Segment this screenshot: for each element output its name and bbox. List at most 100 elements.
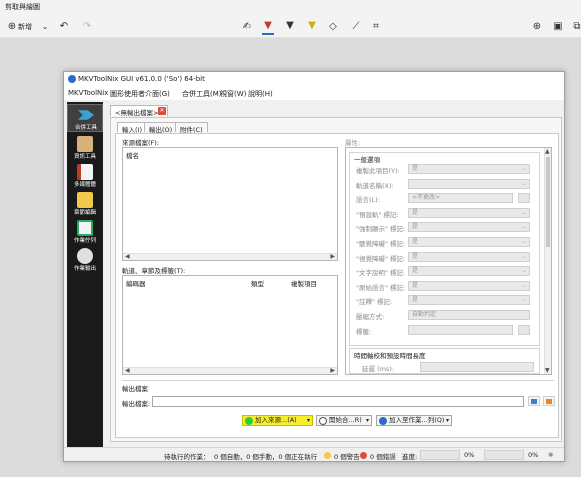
pencil-icon[interactable]: ▼ bbox=[283, 18, 297, 32]
sidebar-item-job-queue[interactable]: 作業佇列 bbox=[67, 218, 103, 246]
redo-icon[interactable]: ↷ bbox=[80, 19, 94, 33]
new-snip-icon[interactable]: ⊕ bbox=[5, 19, 19, 33]
chevron-down-icon: ⌄ bbox=[521, 179, 527, 187]
tags-browse-button[interactable] bbox=[518, 324, 530, 335]
tab-job[interactable]: <無輸出檔案> ✕ bbox=[110, 105, 168, 117]
output-group-title: 輸出檔案 bbox=[122, 385, 148, 393]
zoom-icon[interactable]: ⊕ bbox=[530, 19, 544, 33]
start-merge-button[interactable]: 開始合...R) ▾ bbox=[316, 415, 372, 426]
property-field[interactable]: 是 ⌄ bbox=[408, 207, 530, 218]
job-counts: 0 個自動，0 個手動，0 個正在執行 bbox=[214, 453, 318, 461]
add-to-queue-button[interactable]: 加入至作業...列(Q) ▾ bbox=[376, 415, 452, 426]
app-title: 剪取與繪圖 bbox=[5, 3, 40, 11]
property-field[interactable]: 自動判定 bbox=[408, 310, 530, 320]
crop-icon[interactable]: ⌗ bbox=[369, 19, 383, 33]
error-icon bbox=[360, 452, 367, 459]
chevron-down-icon: ⌄ bbox=[521, 296, 527, 304]
column-header-codec[interactable]: 編碼器 bbox=[126, 278, 146, 288]
property-field[interactable]: 是 ⌄ bbox=[408, 295, 530, 306]
general-options-title: 一般選項 bbox=[354, 156, 380, 164]
chevron-down-icon: ⌄ bbox=[521, 267, 527, 275]
vertical-scrollbar[interactable]: ▲ ▼ bbox=[544, 148, 551, 374]
property-field[interactable]: ⌄ bbox=[408, 178, 530, 189]
touch-write-icon[interactable]: ✍ bbox=[240, 19, 254, 33]
property-field[interactable]: 是 ⌄ bbox=[408, 164, 530, 174]
property-label: "原始語言" 標記: bbox=[356, 283, 406, 292]
progress-label: 進度: bbox=[402, 453, 418, 461]
property-label: 標籤: bbox=[356, 327, 372, 336]
menu-merge[interactable]: 合併工具(M) bbox=[182, 89, 222, 99]
property-field[interactable]: 是 ⌄ bbox=[408, 280, 530, 291]
errors-count[interactable]: 0 個錯誤 bbox=[370, 451, 396, 461]
progress-bar-current bbox=[420, 450, 460, 460]
property-field[interactable]: 是 ⌄ bbox=[408, 222, 530, 233]
mkvtoolnix-window: MKVToolNix GUI v61.0.0 ('So') 64-bit MKV… bbox=[63, 71, 565, 462]
play-icon bbox=[319, 417, 327, 425]
horizontal-scrollbar[interactable]: ◀ ▶ bbox=[123, 367, 337, 374]
new-snip-button[interactable]: 新增 bbox=[18, 22, 32, 32]
close-icon[interactable]: ✕ bbox=[158, 107, 166, 115]
chevron-down-icon: ⌄ bbox=[521, 165, 527, 172]
horizontal-scrollbar[interactable]: ◀ ▶ bbox=[123, 253, 337, 260]
progress-current-value: 0% bbox=[464, 451, 475, 459]
output-file-input[interactable] bbox=[152, 396, 524, 407]
output-menu-button[interactable] bbox=[543, 396, 555, 406]
delay-label: 延遲 (ms): bbox=[362, 365, 395, 373]
menu-mkvtoolnix[interactable]: MKVToolNix bbox=[68, 89, 108, 97]
source-files-list[interactable]: 檔名 ◀ ▶ bbox=[122, 147, 338, 261]
property-field[interactable]: 是 ⌄ bbox=[408, 237, 530, 247]
pending-jobs-label: 待執行的作業： bbox=[164, 453, 210, 461]
properties-label: 屬性: bbox=[345, 139, 361, 147]
language-edit-button[interactable] bbox=[518, 193, 530, 204]
sidebar-item-merge[interactable]: 合併工具 bbox=[67, 104, 103, 132]
output-file-group: 輸出檔案 輸出檔案: bbox=[122, 380, 555, 410]
chapter-editor-icon bbox=[77, 192, 93, 208]
chevron-down-icon: ▾ bbox=[445, 417, 449, 424]
merge-tool-icon bbox=[78, 110, 94, 120]
property-field[interactable]: <不更改> bbox=[408, 193, 513, 204]
input-pane: 來源檔案(F): 檔名 ◀ ▶ 軌道、章節及標籤(T): 編碼器 類型 複製項目 … bbox=[115, 133, 559, 438]
delay-input[interactable] bbox=[420, 362, 534, 372]
save-icon[interactable]: ▣ bbox=[551, 19, 565, 33]
sidebar-item-header-editor[interactable]: 多媒體體 bbox=[67, 162, 103, 190]
menu-help[interactable]: 說明(H) bbox=[248, 89, 273, 99]
chevron-down-icon: ⌄ bbox=[521, 238, 527, 245]
browse-output-button[interactable] bbox=[528, 396, 540, 406]
property-label: 複製此項目(Y): bbox=[356, 167, 400, 175]
statusbar: 待執行的作業： 0 個自動，0 個手動，0 個正在執行 0 個警告 0 個錯誤 … bbox=[64, 447, 564, 461]
menu-gui[interactable]: 圖形使用者介面(G) bbox=[110, 89, 170, 99]
eraser-icon[interactable]: ◇ bbox=[326, 19, 340, 33]
sidebar-item-info[interactable]: 資訊工具 bbox=[67, 134, 103, 162]
copy-icon[interactable]: ⧉ bbox=[570, 19, 581, 33]
column-header-copy[interactable]: 複製項目 bbox=[291, 278, 317, 288]
column-header-type[interactable]: 類型 bbox=[251, 278, 264, 288]
chevron-down-icon: ⌄ bbox=[521, 208, 527, 216]
mkvtoolnix-logo-icon bbox=[68, 75, 76, 83]
add-source-button[interactable]: 加入來源...(A) ▾ bbox=[242, 415, 313, 426]
chevron-down-icon: ▾ bbox=[365, 417, 369, 424]
ruler-icon[interactable]: ⟋ bbox=[349, 19, 363, 33]
header-editor-icon bbox=[77, 164, 93, 180]
property-field[interactable]: 是 ⌄ bbox=[408, 251, 530, 262]
property-field[interactable] bbox=[408, 324, 513, 335]
column-header-filename[interactable]: 檔名 bbox=[126, 150, 139, 160]
tracks-label: 軌道、章節及標籤(T): bbox=[122, 267, 186, 275]
output-file-label: 輸出檔案: bbox=[122, 400, 151, 408]
tracks-list[interactable]: 編碼器 類型 複製項目 ◀ ▶ bbox=[122, 275, 338, 375]
warnings-count[interactable]: 0 個警告 bbox=[334, 451, 360, 461]
sidebar-item-job-output[interactable]: 作業輸出 bbox=[67, 246, 103, 274]
property-field[interactable]: 是 ⌄ bbox=[408, 266, 530, 277]
undo-icon[interactable]: ↶ bbox=[57, 19, 71, 33]
chevron-down-icon[interactable]: ⌄ bbox=[38, 19, 52, 33]
highlighter-icon[interactable]: ▼ bbox=[305, 18, 319, 32]
tab-input[interactable]: 輸入(I) bbox=[117, 122, 147, 134]
info-tool-icon bbox=[77, 136, 93, 152]
scrollbar-thumb[interactable] bbox=[546, 157, 550, 247]
ballpoint-pen-icon[interactable]: ▼ bbox=[261, 18, 275, 32]
job-queue-icon bbox=[77, 220, 93, 236]
tab-attachments[interactable]: 附件(C) bbox=[175, 122, 208, 134]
menu-window[interactable]: 視窗(W) bbox=[220, 89, 246, 99]
tab-output[interactable]: 輸出(O) bbox=[144, 122, 178, 134]
menubar: MKVToolNix 圖形使用者介面(G) 合併工具(M) 視窗(W) 說明(H… bbox=[64, 88, 564, 100]
sidebar-item-chapter-editor[interactable]: 章節編輯 bbox=[67, 190, 103, 218]
